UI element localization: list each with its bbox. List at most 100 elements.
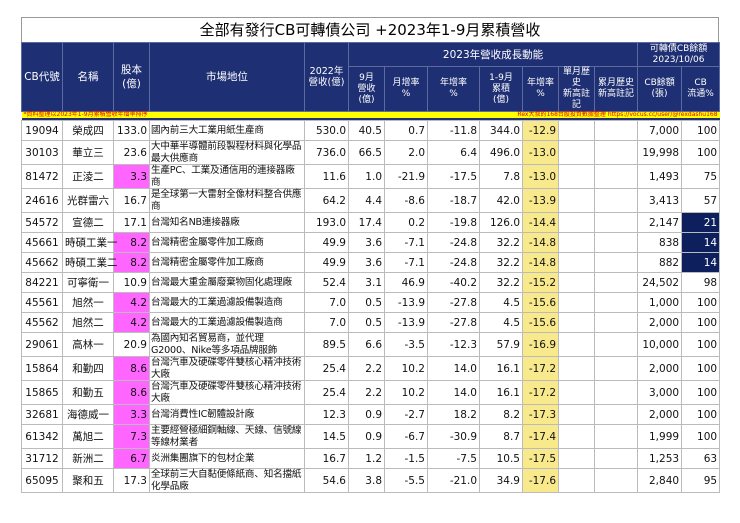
month-high-note-cell [558, 424, 595, 449]
market-position-cell: 台灣最大重金屬廢棄物固化處理廠 [149, 272, 305, 293]
cb-name-cell: 聚和五 [62, 468, 114, 493]
cum-high-note-cell [593, 140, 639, 165]
month-high-note-cell [558, 252, 595, 273]
sep-revenue-cell: 2.2 [348, 380, 385, 405]
cum-high-note-cell [593, 212, 639, 233]
yoy-growth-cell: -12.3 [427, 332, 480, 357]
capital-cell: 23.6 [113, 140, 150, 165]
cb-balance-cell: 3,000 [637, 380, 683, 405]
market-position-cell: 台灣精密金屬零件加工廠商 [149, 232, 305, 253]
cum-high-note-cell [593, 332, 639, 357]
sep-revenue-cell: 3.6 [348, 252, 385, 273]
cb-balance-cell: 882 [637, 252, 683, 273]
revenue-2022-cell: 14.5 [304, 424, 349, 449]
cum-high-note-cell [593, 312, 639, 333]
table-row: 19094 榮成四 133.0 國內前三大工業用紙生產商 530.0 40.5 0.7 -11… [21, 120, 721, 141]
mom-growth-cell: -2.7 [384, 404, 428, 425]
revenue-2022-cell: 25.4 [304, 380, 349, 405]
market-position-cell: 國內前三大工業用紙生產商 [149, 120, 305, 141]
market-position-cell: 主要經營極細銅軸線、天線、信號線等線材業者 [149, 424, 305, 449]
mom-growth-cell: 10.2 [384, 380, 428, 405]
cb-code-cell: 31712 [21, 448, 63, 469]
cum-revenue-cell: 32.2 [479, 252, 523, 273]
cum-yoy-growth-cell: -13.0 [522, 140, 559, 165]
header-yoy: 年增率 % [427, 66, 480, 112]
cum-revenue-cell: 16.1 [479, 380, 523, 405]
table-row: 65095 聚和五 17.3 全球前三大自黏便條紙商、知名擋紙化學品廠 54.6 3.8-… [21, 468, 721, 493]
header-cum-yoy: 年增率 % [522, 66, 559, 112]
cum-yoy-growth-cell: -13.0 [522, 164, 559, 189]
market-position-cell: 生產PC、工業及通信用的連接器廠商 [149, 164, 305, 189]
month-high-note-cell [558, 272, 595, 293]
cb-float-cell: 14 [681, 252, 721, 273]
cb-code-cell: 45662 [21, 252, 63, 273]
header-mom: 月增率 % [384, 66, 428, 112]
cb-balance-cell: 7,000 [637, 120, 683, 141]
cb-code-cell: 81472 [21, 164, 63, 189]
mom-growth-cell: -5.5 [384, 468, 428, 493]
cb-name-cell: 萬旭二 [62, 424, 114, 449]
revenue-2022-cell: 193.0 [304, 212, 349, 233]
month-high-note-cell [558, 312, 595, 333]
market-position-cell: 台灣精密金屬零件加工廠商 [149, 252, 305, 273]
table-row: 54572 宣德二 17.1 台灣知名NB連接器廠 193.0 17.4 0.2 -19.8 1… [21, 212, 721, 233]
yoy-growth-cell: -24.8 [427, 252, 480, 273]
sep-revenue-cell: 2.2 [348, 356, 385, 381]
cb-name-cell: 旭然二 [62, 312, 114, 333]
sep-revenue-cell: 66.5 [348, 140, 385, 165]
cum-yoy-growth-cell: -17.3 [522, 404, 559, 425]
mom-growth-cell: -13.9 [384, 292, 428, 313]
header-cb-group: 可轉債CB餘額 2023/10/06 [637, 42, 721, 67]
yoy-growth-cell: 18.2 [427, 404, 480, 425]
capital-cell: 6.7 [113, 448, 150, 469]
market-position-cell: 台灣知名NB連接器廠 [149, 212, 305, 233]
cb-name-cell: 華立三 [62, 140, 114, 165]
yoy-growth-cell: -40.2 [427, 272, 480, 293]
cum-revenue-cell: 57.9 [479, 332, 523, 357]
sep-revenue-cell: 0.5 [348, 312, 385, 333]
cum-yoy-growth-cell: -17.2 [522, 380, 559, 405]
month-high-note-cell [558, 188, 595, 213]
yoy-growth-cell: -18.7 [427, 188, 480, 213]
yoy-growth-cell: -11.8 [427, 120, 480, 141]
revenue-2022-cell: 530.0 [304, 120, 349, 141]
yoy-growth-cell: -19.8 [427, 212, 480, 233]
cb-code-cell: 29061 [21, 332, 63, 357]
market-position-cell: 全球前三大自黏便條紙商、知名擋紙化學品廠 [149, 468, 305, 493]
month-high-note-cell [558, 404, 595, 425]
cum-yoy-growth-cell: -16.9 [522, 332, 559, 357]
cum-yoy-growth-cell: -17.2 [522, 356, 559, 381]
cb-balance-cell: 838 [637, 232, 683, 253]
market-position-cell: 台灣汽車及硬碟零件雙核心精沖技術大廠 [149, 380, 305, 405]
table-row: 29061 高林一 20.9 為國內知名貿易商，並代理G2000、Nike等多項品牌服… [21, 332, 721, 357]
market-position-cell: 台灣消費性IC韌體設計廠 [149, 404, 305, 425]
market-position-cell: 炎洲集團旗下的包材企業 [149, 448, 305, 469]
cb-balance-cell: 10,000 [637, 332, 683, 357]
table-row: 15865 和勤五 8.6 台灣汽車及硬碟零件雙核心精沖技術大廠 25.4 2.2 10.2… [21, 380, 721, 405]
cum-high-note-cell [593, 232, 639, 253]
revenue-2022-cell: 64.2 [304, 188, 349, 213]
table-row: 32681 海德威一 3.3 台灣消費性IC韌體設計廠 12.3 0.9 -2.7 18.2 8… [21, 404, 721, 425]
cb-float-cell: 100 [681, 424, 721, 449]
cum-yoy-growth-cell: -14.4 [522, 212, 559, 233]
cum-yoy-growth-cell: -17.4 [522, 424, 559, 449]
sep-revenue-cell: 4.4 [348, 188, 385, 213]
cb-float-cell: 57 [681, 188, 721, 213]
revenue-2022-cell: 49.9 [304, 252, 349, 273]
cum-yoy-growth-cell: -13.9 [522, 188, 559, 213]
cb-code-cell: 45562 [21, 312, 63, 333]
month-high-note-cell [558, 120, 595, 141]
table-row: 24616 光群雷六 16.7 是全球第一大雷射全像材料整合供應商 64.2 4.4 -8.… [21, 188, 721, 213]
yoy-growth-cell: -27.8 [427, 292, 480, 313]
revenue-2022-cell: 25.4 [304, 356, 349, 381]
capital-cell: 16.7 [113, 188, 150, 213]
cum-revenue-cell: 4.5 [479, 292, 523, 313]
cum-revenue-cell: 16.1 [479, 356, 523, 381]
cum-yoy-growth-cell: -15.6 [522, 292, 559, 313]
month-high-note-cell [558, 468, 595, 493]
sep-revenue-cell: 40.5 [348, 120, 385, 141]
yoy-growth-cell: 14.0 [427, 356, 480, 381]
cb-float-cell: 100 [681, 404, 721, 425]
sep-revenue-cell: 1.0 [348, 164, 385, 189]
market-position-cell: 為國內知名貿易商，並代理G2000、Nike等多項品牌服飾 [149, 332, 305, 357]
